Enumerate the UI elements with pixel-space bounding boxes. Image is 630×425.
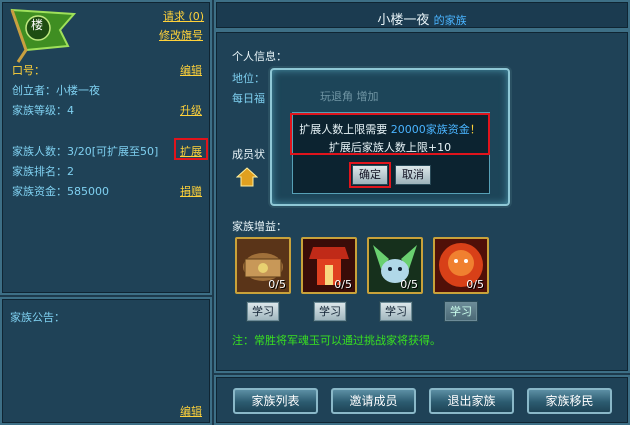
edit-flag-link[interactable]: 修改旗号 bbox=[159, 27, 203, 43]
position-label: 地位： bbox=[232, 72, 265, 85]
skill-slot[interactable]: 0/5 bbox=[367, 237, 423, 294]
cancel-button[interactable]: 取消 bbox=[395, 165, 431, 185]
dialog-line1-prefix: 扩展人数上限需要 bbox=[299, 123, 391, 136]
family-flag-icon bbox=[10, 8, 77, 63]
flag-char: 楼 bbox=[31, 18, 44, 32]
leave-family-button[interactable]: 退出家族 bbox=[429, 388, 514, 414]
family-info-panel: 楼 请求 (0) 修改旗号 口号： 编辑 创立者：小楼一夜 家族等级：4 升级 … bbox=[0, 0, 212, 295]
header-bar: 小楼一夜 的家族 bbox=[214, 0, 630, 30]
dialog-amount: 20000家族资金 bbox=[390, 123, 470, 136]
skill-count: 0/5 bbox=[466, 278, 484, 291]
invite-member-button[interactable]: 邀请成员 bbox=[331, 388, 416, 414]
rank-text: 家族排名：2 bbox=[12, 165, 74, 178]
ok-button[interactable]: 确定 bbox=[352, 165, 388, 185]
dialog-line1-suffix: ！ bbox=[469, 123, 481, 136]
page-title: 小楼一夜 的家族 bbox=[216, 9, 628, 28]
note-text: 注：常胜将军魂玉可以通过挑战家将获得。 bbox=[232, 334, 441, 347]
family-notice-panel: 家族公告： 编辑 bbox=[0, 297, 212, 425]
personal-info-label: 个人信息： bbox=[232, 50, 287, 63]
home-icon[interactable] bbox=[236, 166, 258, 188]
slogan-label: 口号： bbox=[12, 64, 45, 77]
member-status-label: 成员状 bbox=[232, 148, 265, 161]
founder-text: 创立者：小楼一夜 bbox=[12, 84, 100, 97]
donate-link[interactable]: 捐赠 bbox=[180, 183, 202, 199]
expand-confirm-dialog: 玩退角 增加 扩展人数上限需要 20000家族资金！ 扩展后家族人数上限+10 … bbox=[270, 68, 510, 206]
family-suffix: 的家族 bbox=[433, 14, 467, 27]
learn-button[interactable]: 学习 bbox=[444, 301, 478, 322]
learn-button[interactable]: 学习 bbox=[379, 301, 413, 322]
skill-slot[interactable]: 0/5 bbox=[433, 237, 489, 294]
family-list-button[interactable]: 家族列表 bbox=[233, 388, 318, 414]
skill-count: 0/5 bbox=[268, 278, 286, 291]
skill-slot[interactable]: 0/5 bbox=[301, 237, 357, 294]
learn-button[interactable]: 学习 bbox=[313, 301, 347, 322]
slogan-edit-link[interactable]: 编辑 bbox=[180, 62, 202, 78]
level-text: 家族等级：4 bbox=[12, 104, 74, 117]
dialog-line2: 扩展后家族人数上限+10 bbox=[328, 141, 452, 154]
skill-slot[interactable]: 0/5 bbox=[235, 237, 291, 294]
dialog-faded-text: 玩退角 增加 bbox=[320, 90, 379, 103]
notice-label: 家族公告： bbox=[10, 311, 65, 324]
skill-count: 0/5 bbox=[334, 278, 352, 291]
funds-text: 家族资金：585000 bbox=[12, 185, 109, 198]
request-link[interactable]: 请求 (0) bbox=[163, 8, 204, 24]
daily-label: 每日福 bbox=[232, 92, 265, 105]
members-text: 家族人数：3/20[可扩展至50] bbox=[12, 145, 159, 158]
learn-button[interactable]: 学习 bbox=[246, 301, 280, 322]
family-bonus-label: 家族增益： bbox=[232, 220, 287, 233]
skill-count: 0/5 bbox=[400, 278, 418, 291]
upgrade-link[interactable]: 升级 bbox=[180, 102, 202, 118]
expand-link[interactable]: 扩展 bbox=[180, 143, 202, 159]
family-name: 小楼一夜 bbox=[377, 13, 430, 28]
notice-edit-link[interactable]: 编辑 bbox=[180, 403, 202, 419]
dialog-line1: 扩展人数上限需要 20000家族资金！ bbox=[270, 121, 510, 137]
migrate-family-button[interactable]: 家族移民 bbox=[527, 388, 612, 414]
